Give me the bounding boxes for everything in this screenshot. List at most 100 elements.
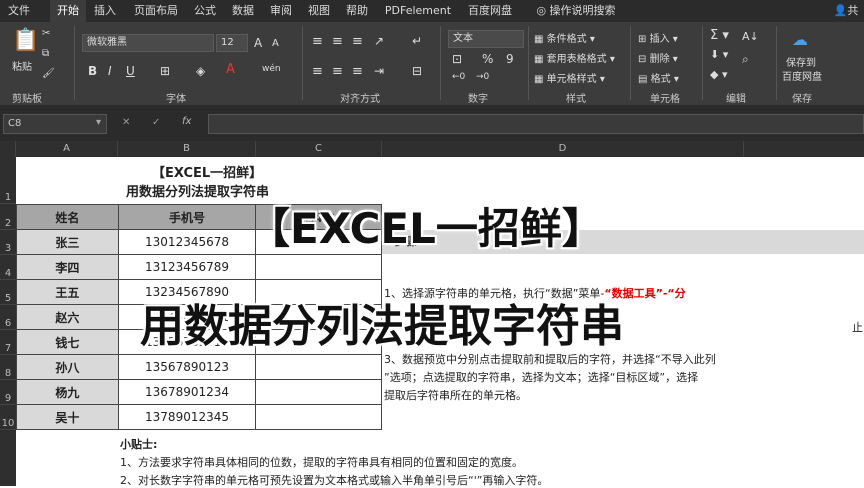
cell-styles-button[interactable]: ▦ 单元格样式 ▾	[534, 70, 605, 85]
format-cells-button[interactable]: ▤ 格式 ▾	[638, 70, 679, 85]
cell-name[interactable]: 吴十	[16, 404, 119, 430]
autosum-icon[interactable]: Σ ▾	[710, 28, 729, 43]
share-button[interactable]: 👤共	[828, 0, 864, 22]
tab-pdfelement[interactable]: PDFelement	[380, 0, 456, 22]
row-header[interactable]: 6	[0, 305, 16, 330]
number-format-select[interactable]: 文本	[448, 30, 524, 48]
row-header[interactable]: 3	[0, 230, 16, 255]
wrap-text-icon[interactable]: ↵	[412, 34, 422, 48]
grow-font-button[interactable]: A	[254, 36, 262, 50]
cell-last4[interactable]	[255, 404, 382, 430]
cell-phone[interactable]: 13678901234	[117, 379, 257, 405]
format-painter-icon[interactable]: 🖌	[42, 68, 55, 79]
cell-name[interactable]: 王五	[16, 279, 119, 305]
column-header-d[interactable]: D	[382, 141, 744, 157]
increase-decimal-icon[interactable]: ←0	[452, 72, 465, 82]
cut-icon[interactable]: ✂	[42, 28, 50, 39]
header-name[interactable]: 姓名	[16, 204, 119, 230]
row-header[interactable]: 2	[0, 204, 16, 230]
underline-button[interactable]: U	[126, 64, 135, 78]
save-to-label-1[interactable]: 保存到	[786, 54, 816, 69]
tab-insert[interactable]: 插入	[88, 0, 122, 22]
align-center-icon[interactable]: ≡	[332, 64, 343, 79]
italic-button[interactable]: I	[108, 64, 112, 78]
row-header[interactable]: 7	[0, 330, 16, 355]
row-header[interactable]: 8	[0, 355, 16, 380]
cell-last4[interactable]	[255, 354, 382, 380]
row-header[interactable]: 1	[0, 157, 16, 204]
cell-name[interactable]: 孙八	[16, 354, 119, 380]
paste-icon[interactable]: 📋	[12, 28, 39, 53]
cell-phone[interactable]: 13567890123	[117, 354, 257, 380]
tab-file[interactable]: 文件	[0, 0, 38, 22]
number-group-label: 数字	[468, 94, 488, 105]
tab-help[interactable]: 帮助	[340, 0, 374, 22]
column-header-a[interactable]: A	[16, 141, 118, 157]
select-all-corner[interactable]	[0, 141, 16, 157]
save-to-label-2[interactable]: 百度网盘	[782, 68, 822, 83]
tab-page-layout[interactable]: 页面布局	[128, 0, 184, 22]
decrease-decimal-icon[interactable]: →0	[476, 72, 489, 82]
insert-function-icon[interactable]: fx	[182, 116, 191, 127]
cell-phone[interactable]: 13012345678	[117, 229, 257, 255]
tab-view[interactable]: 视图	[302, 0, 336, 22]
tab-data[interactable]: 数据	[226, 0, 260, 22]
comma-button[interactable]: 9	[506, 52, 514, 66]
cell-name[interactable]: 赵六	[16, 304, 119, 330]
clear-icon[interactable]: ◆ ▾	[710, 68, 727, 81]
cell-name[interactable]: 杨九	[16, 379, 119, 405]
align-right-icon[interactable]: ≡	[352, 64, 363, 79]
row-header[interactable]: 9	[0, 380, 16, 405]
find-select-icon[interactable]: ⌕	[742, 52, 749, 67]
shrink-font-button[interactable]: A	[272, 38, 279, 49]
phonetic-button[interactable]: wén	[262, 64, 281, 74]
format-as-table-button[interactable]: ▦ 套用表格格式 ▾	[534, 50, 615, 65]
name-box-dropdown-icon[interactable]: ▾	[96, 117, 101, 128]
tell-me-search[interactable]: ◎ 操作说明搜索	[528, 0, 624, 22]
cell-last4[interactable]	[255, 254, 382, 280]
orientation-icon[interactable]: ↗	[374, 34, 384, 48]
cell-name[interactable]: 张三	[16, 229, 119, 255]
delete-cells-button[interactable]: ⊟ 删除 ▾	[638, 50, 678, 65]
font-size-select[interactable]: 12	[216, 34, 248, 52]
bold-button[interactable]: B	[88, 64, 97, 78]
copy-icon[interactable]: ⧉	[42, 48, 49, 59]
cell-name[interactable]: 钱七	[16, 329, 119, 355]
formula-input[interactable]	[208, 114, 864, 134]
insert-cells-button[interactable]: ⊞ 插入 ▾	[638, 30, 678, 45]
font-color-icon[interactable]: A	[226, 62, 235, 77]
column-header-c[interactable]: C	[256, 141, 382, 157]
baidu-cloud-icon[interactable]: ☁	[792, 30, 808, 49]
name-box[interactable]: C8	[3, 114, 107, 134]
tab-home[interactable]: 开始	[50, 0, 86, 22]
align-left-icon[interactable]: ≡	[312, 64, 323, 79]
conditional-format-button[interactable]: ▦ 条件格式 ▾	[534, 30, 595, 45]
align-top-icon[interactable]: ≡	[312, 34, 323, 49]
row-header[interactable]: 5	[0, 280, 16, 305]
sort-filter-icon[interactable]: A↓	[742, 30, 759, 43]
merge-center-icon[interactable]: ⊟	[412, 64, 422, 78]
confirm-entry-icon[interactable]: ✓	[152, 117, 160, 128]
paste-button[interactable]: 粘贴	[12, 58, 32, 73]
borders-icon[interactable]: ⊞	[160, 64, 170, 78]
header-phone[interactable]: 手机号	[117, 204, 257, 230]
tab-baidu-netdisk[interactable]: 百度网盘	[460, 0, 520, 22]
fill-icon[interactable]: ⬇ ▾	[710, 48, 728, 61]
currency-icon[interactable]: ⊡	[452, 52, 462, 66]
cancel-entry-icon[interactable]: ✕	[122, 117, 130, 128]
percent-button[interactable]: %	[482, 52, 493, 66]
cell-phone[interactable]: 13789012345	[117, 404, 257, 430]
cell-name[interactable]: 李四	[16, 254, 119, 280]
column-header-b[interactable]: B	[118, 141, 256, 157]
tab-review[interactable]: 审阅	[264, 0, 298, 22]
font-name-select[interactable]: 微软雅黑	[82, 34, 214, 52]
indent-icon[interactable]: ⇥	[374, 64, 384, 78]
cell-last4[interactable]	[255, 379, 382, 405]
align-middle-icon[interactable]: ≡	[332, 34, 343, 49]
fill-color-icon[interactable]: ◈	[196, 64, 205, 78]
cell-phone[interactable]: 13123456789	[117, 254, 257, 280]
align-bottom-icon[interactable]: ≡	[352, 34, 363, 49]
tab-formulas[interactable]: 公式	[188, 0, 222, 22]
row-header[interactable]: 4	[0, 255, 16, 280]
row-header[interactable]: 10	[0, 405, 16, 430]
